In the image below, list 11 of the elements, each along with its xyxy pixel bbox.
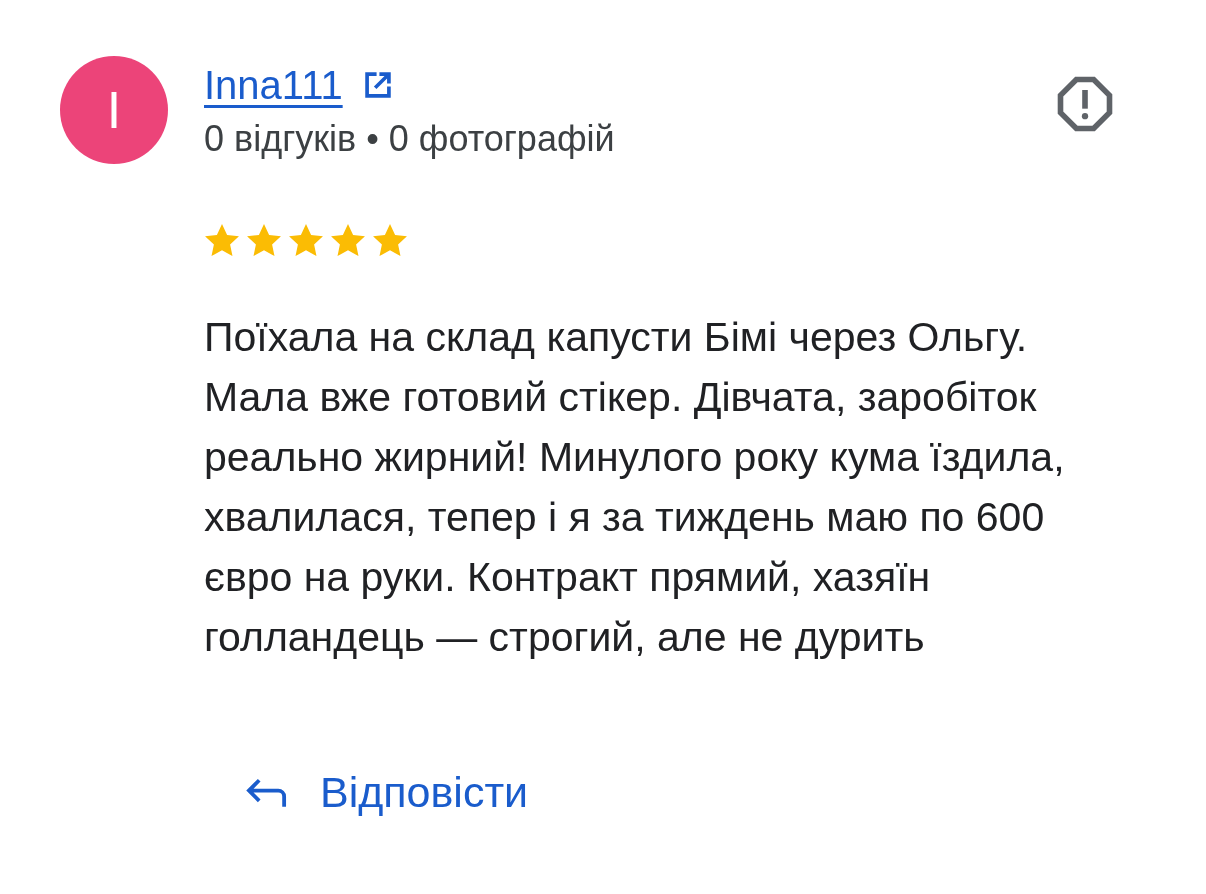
star-icon [288,223,324,258]
star-icon [372,223,408,258]
reviewer-name-link[interactable]: Inna111 [204,61,343,109]
star-icon [246,223,282,258]
avatar-circle: I [60,56,168,164]
review-text: Поїхала на склад капусти Бімі через Ольгу. Мала вже готовий стікер. Дівчата, заробіток реально жирний! Минулого року кума їздила, хвалилася, тепер і я за тиждень маю по 600 євро на руки. Контракт прямий, хазяїн голландець — строгий, але не дурить [204,313,1066,662]
reviewer-stats: 0 відгуків • 0 фотографій [204,117,615,161]
star-icon [330,223,366,258]
exclamation-octagon-icon[interactable] [1057,76,1113,132]
star-icon [204,223,240,258]
reply-button[interactable]: Відповісти [230,762,545,822]
